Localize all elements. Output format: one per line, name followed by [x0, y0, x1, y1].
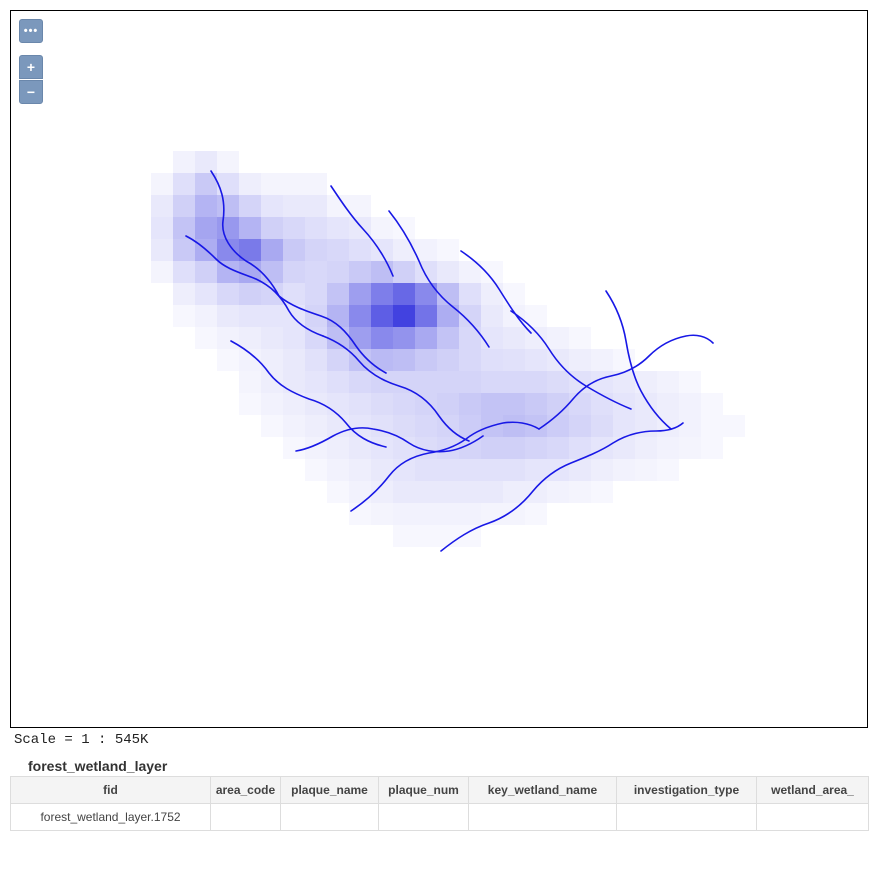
- map-viewport[interactable]: ••• + −: [10, 10, 868, 728]
- map-canvas: [11, 11, 867, 727]
- river-path: [539, 335, 713, 429]
- river-path: [606, 291, 671, 429]
- cell-fid: forest_wetland_layer.1752: [11, 804, 211, 831]
- cell-area-code: [211, 804, 281, 831]
- river-path: [389, 211, 489, 347]
- table-header-row: fid area_code plaque_name plaque_num key…: [11, 777, 869, 804]
- zoom-in-button[interactable]: +: [19, 55, 43, 79]
- col-header-investigation-type[interactable]: investigation_type: [617, 777, 757, 804]
- cell-wetland-area: [757, 804, 869, 831]
- river-path: [323, 336, 469, 441]
- col-header-area-code[interactable]: area_code: [211, 777, 281, 804]
- river-path: [211, 171, 279, 296]
- col-header-plaque-name[interactable]: plaque_name: [281, 777, 379, 804]
- layer-title: forest_wetland_layer: [28, 758, 868, 774]
- attribute-table: fid area_code plaque_name plaque_num key…: [10, 776, 869, 831]
- map-scale-label: Scale = 1 : 545K: [14, 732, 868, 748]
- river-path: [511, 311, 631, 409]
- river-path: [279, 296, 386, 373]
- river-path: [231, 341, 386, 447]
- zoom-group: + −: [19, 55, 43, 104]
- col-header-key-wetland-name[interactable]: key_wetland_name: [469, 777, 617, 804]
- map-controls: ••• + −: [19, 19, 43, 104]
- river-path: [186, 236, 323, 336]
- river-path: [296, 428, 483, 452]
- cell-investigation-type: [617, 804, 757, 831]
- table-row[interactable]: forest_wetland_layer.1752: [11, 804, 869, 831]
- river-path: [351, 422, 539, 511]
- cell-plaque-name: [281, 804, 379, 831]
- river-path: [331, 186, 393, 276]
- cell-key-wetland-name: [469, 804, 617, 831]
- minus-icon: −: [27, 85, 35, 99]
- plus-icon: +: [27, 60, 35, 74]
- river-path: [441, 423, 683, 551]
- river-path: [461, 251, 531, 333]
- cell-plaque-num: [379, 804, 469, 831]
- zoom-out-button[interactable]: −: [19, 80, 43, 104]
- map-options-button[interactable]: •••: [19, 19, 43, 43]
- col-header-fid[interactable]: fid: [11, 777, 211, 804]
- ellipsis-icon: •••: [24, 26, 39, 37]
- col-header-wetland-area[interactable]: wetland_area_: [757, 777, 869, 804]
- col-header-plaque-num[interactable]: plaque_num: [379, 777, 469, 804]
- river-network: [11, 11, 868, 728]
